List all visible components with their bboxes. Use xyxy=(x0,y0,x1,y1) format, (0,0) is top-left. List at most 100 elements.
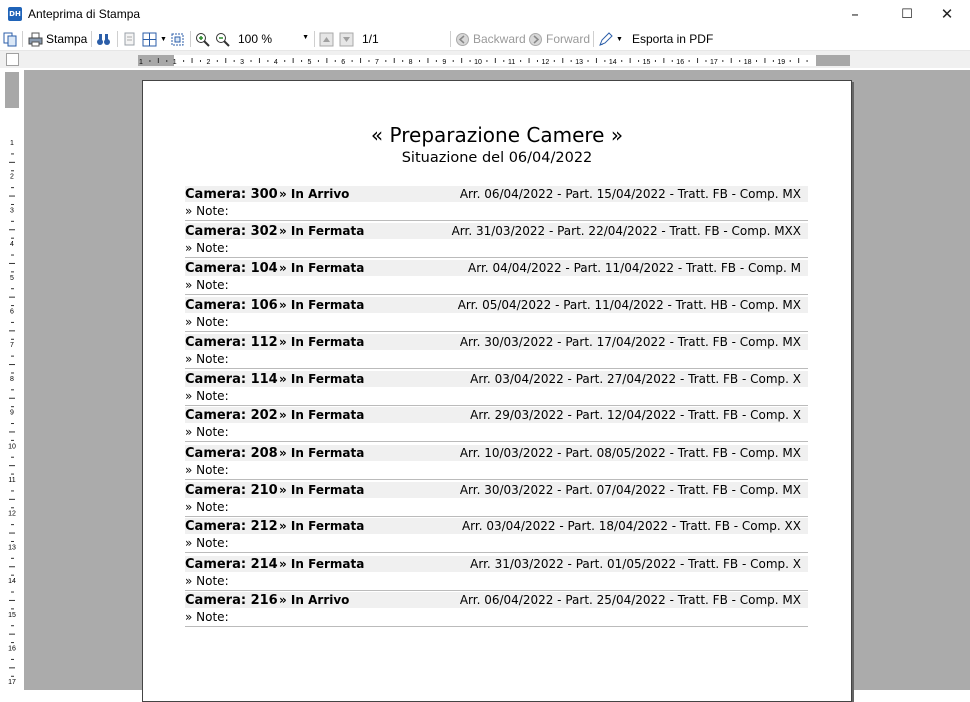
page-down-icon xyxy=(339,32,354,47)
room-stay-info: Arr. 03/04/2022 - Part. 27/04/2022 - Tra… xyxy=(470,372,801,386)
room-stay-info: Arr. 31/03/2022 - Part. 22/04/2022 - Tra… xyxy=(451,223,801,238)
room-status: » In Arrivo xyxy=(279,593,350,607)
ruler-number: 18 xyxy=(744,59,752,66)
room-number: Camera: 202 xyxy=(185,408,278,423)
zoom-value: 100 % xyxy=(238,32,273,46)
room-row: Camera: 208 » In Fermata Arr. 10/03/2022… xyxy=(185,444,808,481)
ruler-number: 10 xyxy=(474,59,482,66)
ruler-number: 16 xyxy=(676,59,684,66)
room-row: Camera: 202 » In Fermata Arr. 29/03/2022… xyxy=(185,407,808,443)
export-pdf-button[interactable]: ▼ Esporta in PDF xyxy=(598,29,713,49)
room-status: » In Fermata xyxy=(279,261,365,275)
zoom-select[interactable]: 100 % ▼ xyxy=(234,30,312,49)
copy-pages-button[interactable] xyxy=(3,29,18,49)
room-number: Camera: 114 xyxy=(185,372,278,387)
printer-icon xyxy=(28,32,43,47)
vertical-ruler[interactable]: 1 2 3 4 5 6 7 8 9 10 11 12 13 14 15 16 17 xyxy=(5,72,19,692)
room-note: » Note: xyxy=(185,240,229,255)
page-icon xyxy=(122,32,137,47)
room-note: » Note: xyxy=(185,462,229,477)
forward-icon xyxy=(528,32,543,47)
room-status: » In Fermata xyxy=(279,335,365,349)
room-row: Camera: 216 » In Arrivo Arr. 06/04/2022 … xyxy=(185,592,808,628)
room-row: Camera: 214 » In Fermata Arr. 31/03/2022… xyxy=(185,555,808,592)
backward-label: Backward xyxy=(473,32,526,46)
page-up-icon xyxy=(319,32,334,47)
room-status: » In Fermata xyxy=(279,519,365,533)
forward-button[interactable]: Forward xyxy=(528,29,590,49)
room-stay-info: Arr. 04/04/2022 - Part. 11/04/2022 - Tra… xyxy=(468,261,801,275)
ruler-number: 7 xyxy=(10,342,14,349)
chevron-down-icon: ▼ xyxy=(616,35,623,43)
export-pdf-label: Esporta in PDF xyxy=(631,32,714,46)
ruler-number: 7 xyxy=(375,59,379,66)
room-stay-info: Arr. 10/03/2022 - Part. 08/05/2022 - Tra… xyxy=(459,445,801,460)
close-button[interactable]: ✕ xyxy=(924,0,970,28)
ruler-number: 5 xyxy=(308,59,312,66)
room-row: Camera: 212 » In Fermata Arr. 03/04/2022… xyxy=(185,518,808,554)
room-row: Camera: 302 » In Fermata Arr. 31/03/2022… xyxy=(185,222,808,259)
single-page-button[interactable] xyxy=(122,29,137,49)
zoom-in-button[interactable] xyxy=(195,29,210,49)
multi-page-icon xyxy=(142,32,157,47)
page-setup-button[interactable] xyxy=(170,29,185,49)
chevron-down-icon: ▼ xyxy=(160,35,167,43)
room-row: Camera: 114 » In Fermata Arr. 03/04/2022… xyxy=(185,371,808,407)
room-note: » Note: xyxy=(185,278,229,292)
room-note: » Note: xyxy=(185,573,229,588)
room-note: » Note: xyxy=(185,314,229,329)
app-icon: DH xyxy=(8,7,22,21)
backward-button[interactable]: Backward xyxy=(455,29,526,49)
ruler-number: 2 xyxy=(206,59,210,66)
page-indicator: 1/1 xyxy=(362,29,379,49)
room-stay-info: Arr. 30/03/2022 - Part. 07/04/2022 - Tra… xyxy=(459,482,801,497)
report-subtitle: Situazione del 06/04/2022 xyxy=(401,150,593,166)
export-pdf-icon xyxy=(598,31,613,47)
room-status: » In Arrivo xyxy=(279,187,350,201)
ruler-number: 4 xyxy=(274,59,278,66)
room-row: Camera: 210 » In Fermata Arr. 30/03/2022… xyxy=(185,481,808,518)
zoom-out-button[interactable] xyxy=(215,29,230,49)
room-row: Camera: 106 » In Fermata Arr. 05/04/2022… xyxy=(185,296,808,333)
ruler-number: 11 xyxy=(8,477,15,484)
room-number: Camera: 210 xyxy=(185,482,278,498)
room-stay-info: Arr. 29/03/2022 - Part. 12/04/2022 - Tra… xyxy=(470,408,801,422)
forward-label: Forward xyxy=(546,32,591,46)
next-page-button[interactable] xyxy=(339,29,354,49)
ruler-number: 8 xyxy=(10,376,14,383)
backward-icon xyxy=(455,32,470,47)
ruler-number: 12 xyxy=(8,511,16,518)
room-stay-info: Arr. 06/04/2022 - Part. 25/04/2022 - Tra… xyxy=(459,593,801,607)
room-row: Camera: 104 » In Fermata Arr. 04/04/2022… xyxy=(185,260,808,296)
ruler-number: 12 xyxy=(542,59,550,66)
room-note: » Note: xyxy=(185,389,229,403)
room-status: » In Fermata xyxy=(279,297,365,312)
ruler-number: 15 xyxy=(8,612,16,619)
horizontal-ruler[interactable]: 1 1 2 3 4 5 6 7 8 9 10 11 12 13 14 15 16 17 18 19 xyxy=(138,55,850,66)
room-number: Camera: 216 xyxy=(185,593,278,608)
room-number: Camera: 302 xyxy=(185,223,278,239)
ruler-number: 9 xyxy=(442,59,446,66)
print-button[interactable]: Stampa xyxy=(28,29,87,49)
room-status: » In Fermata xyxy=(279,408,365,422)
find-button[interactable] xyxy=(96,29,111,49)
ruler-number: 14 xyxy=(8,578,16,585)
room-status: » In Fermata xyxy=(279,445,365,460)
page-setup-icon xyxy=(170,32,185,47)
title-bar: DH Anteprima di Stampa – ☐ ✕ xyxy=(0,0,970,28)
ruler-number: 19 xyxy=(777,59,785,66)
ruler-number: 8 xyxy=(409,59,413,66)
ruler-number: 15 xyxy=(643,59,651,66)
ruler-number: 13 xyxy=(8,544,16,551)
ruler-number: 17 xyxy=(8,679,16,686)
room-note: » Note: xyxy=(185,499,229,514)
ruler-number: 1 xyxy=(173,59,177,66)
multi-page-button[interactable]: ▼ xyxy=(142,29,167,49)
page-indicator-text: 1/1 xyxy=(362,32,379,46)
ruler-number: 2 xyxy=(10,174,14,181)
minimize-button[interactable]: – xyxy=(832,0,878,28)
previous-page-button[interactable] xyxy=(319,29,334,49)
zoom-in-icon xyxy=(195,32,210,47)
room-number: Camera: 300 xyxy=(185,187,278,202)
room-status: » In Fermata xyxy=(279,556,365,571)
